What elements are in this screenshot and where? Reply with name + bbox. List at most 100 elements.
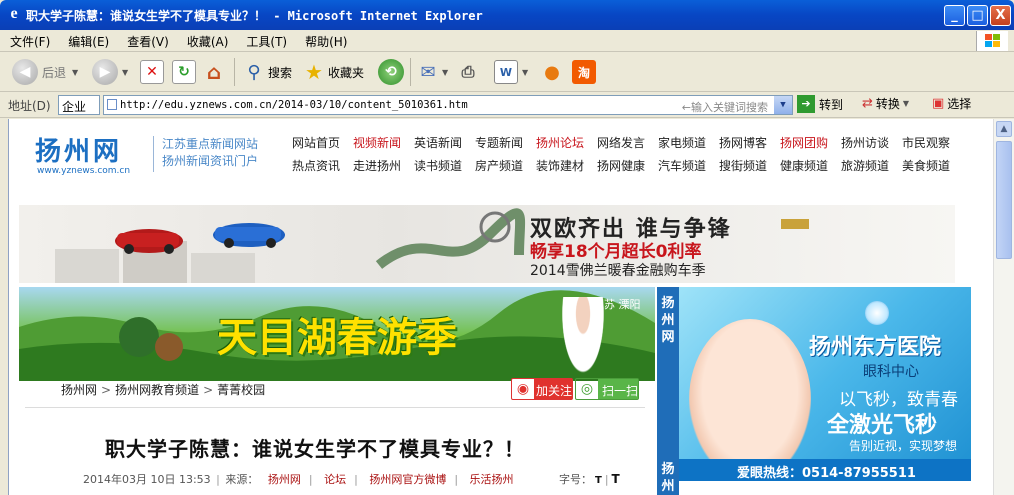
wechat-icon: ◎ (580, 381, 594, 397)
chevron-down-icon: ▼ (72, 67, 79, 77)
nav-link[interactable]: 扬网博客 (719, 134, 780, 151)
breadcrumb-campus[interactable]: 菁菁校园 (217, 383, 265, 397)
nav-link[interactable]: 视频新闻 (353, 134, 414, 151)
source-link-2[interactable]: 论坛 (324, 473, 346, 486)
nav-link[interactable]: 汽车频道 (658, 157, 719, 174)
address-scope-select[interactable]: 企业 (58, 95, 100, 115)
ie-window: e 职大学子陈慧：谁说女生学不了模具专业？！ - Microsoft Inter… (0, 0, 1014, 495)
convert-button[interactable]: ⇄ 转换 ▼ (862, 95, 909, 112)
banner-location: 江苏 溧阳 (593, 298, 641, 311)
side-label-bottom: 扬州 (661, 462, 675, 494)
vertical-scrollbar[interactable]: ▲ (993, 119, 1014, 495)
meta-separator: | (454, 473, 459, 486)
stop-icon: ✕ (140, 60, 164, 84)
source-link-4[interactable]: 乐活扬州 (470, 473, 514, 486)
breadcrumb-separator: > (203, 383, 214, 397)
menu-help[interactable]: 帮助(H) (295, 30, 355, 50)
minimize-button[interactable]: _ (944, 5, 965, 26)
refresh-icon: ↻ (172, 60, 196, 84)
breadcrumb-edu[interactable]: 扬州网教育频道 (115, 383, 199, 397)
font-small-button[interactable]: T (595, 475, 602, 486)
stop-button[interactable]: ✕ (140, 57, 164, 87)
nav-link[interactable]: 扬网健康 (597, 157, 658, 174)
scroll-up-icon[interactable]: ▲ (996, 121, 1012, 137)
url-value: http://edu.yznews.com.cn/2014-03/10/cont… (120, 99, 468, 111)
chevron-down-icon: ▼ (122, 67, 129, 77)
source-link-1[interactable]: 扬州网 (268, 473, 301, 486)
mail-button[interactable]: ✉ ▼ (416, 57, 448, 87)
nav-link[interactable]: 旅游频道 (841, 157, 902, 174)
breadcrumb-home[interactable]: 扬州网 (61, 383, 97, 397)
article-date: 2014年03月 10日 13:53 (83, 473, 211, 486)
chevrolet-banner[interactable]: 双欧齐出 谁与争锋 畅享18个月超长0利率 2014雪佛兰暖春金融购车季 (19, 205, 955, 283)
nav-link[interactable]: 扬州访谈 (841, 134, 902, 151)
wechat-scan-button[interactable]: ◎ 扫一扫 (575, 378, 639, 400)
back-button[interactable]: ◀ 后退 ▼ (12, 57, 78, 87)
page-icon (107, 99, 117, 110)
go-button[interactable]: ➔ 转到 (797, 95, 843, 113)
nav-link[interactable]: 网络发言 (597, 134, 658, 151)
nav-link[interactable]: 健康频道 (780, 157, 841, 174)
logo-divider (153, 136, 154, 172)
nav-link[interactable]: 市民观察 (902, 134, 963, 151)
font-large-button[interactable]: T (612, 472, 620, 486)
forward-button[interactable]: ▶ ▼ (92, 57, 128, 87)
history-button[interactable]: ⟲ (378, 57, 404, 87)
side-label-top: 扬州网 (661, 296, 675, 345)
divider (25, 407, 645, 408)
scan-label: 扫一扫 (598, 379, 638, 399)
url-dropdown-button[interactable]: ▼ (774, 96, 792, 114)
site-logo[interactable]: 扬州网 (35, 131, 122, 168)
article-title: 职大学子陈慧：谁说女生学不了模具专业？！ (105, 437, 525, 461)
favorites-button[interactable]: ★ 收藏夹 (302, 57, 364, 87)
refresh-button[interactable]: ↻ (172, 57, 196, 87)
hospital-ad[interactable]: 扬州东方医院 眼科中心 以飞秒，致青春 全激光飞秒 告别近视，实现梦想 爱眼热线… (679, 287, 971, 481)
scroll-thumb[interactable] (996, 141, 1012, 259)
nav-link[interactable]: 搜街频道 (719, 157, 780, 174)
print-button[interactable]: ⎙ (456, 57, 480, 87)
nav-link[interactable]: 网站首页 (292, 134, 353, 151)
select-button[interactable]: ▣ 选择 (932, 95, 971, 112)
nav-link[interactable]: 扬州论坛 (536, 134, 597, 151)
nav-link[interactable]: 热点资讯 (292, 157, 353, 174)
ad-hospital-name: 扬州东方医院 (809, 335, 942, 360)
edit-button[interactable]: W ▼ (494, 57, 528, 87)
nav-link[interactable]: 走进扬州 (353, 157, 414, 174)
toolbar-divider (410, 58, 411, 86)
url-input[interactable]: http://edu.yznews.com.cn/2014-03/10/cont… (103, 95, 793, 115)
nav-link[interactable]: 装饰建材 (536, 157, 597, 174)
toolbar-divider (234, 58, 235, 86)
window-title: 职大学子陈慧：谁说女生学不了模具专业？！ - Microsoft Interne… (26, 9, 483, 23)
search-icon: ⚲ (247, 61, 261, 83)
taobao-button[interactable]: 淘 (572, 57, 596, 87)
weibo-follow-button[interactable]: ◉ 加关注 (511, 378, 573, 400)
close-button[interactable]: X (990, 5, 1011, 26)
meta-separator: | (604, 473, 609, 486)
address-bar: 地址(D) 企业 http://edu.yznews.com.cn/2014-0… (0, 92, 1014, 118)
nav-link[interactable]: 房产频道 (475, 157, 536, 174)
ie-logo-icon: e (10, 5, 18, 22)
go-label: 转到 (819, 97, 844, 112)
ad-model-face (689, 319, 811, 481)
nav-link[interactable]: 家电频道 (658, 134, 719, 151)
maximize-button[interactable]: □ (967, 5, 988, 26)
menu-favorites[interactable]: 收藏(A) (177, 30, 237, 50)
source-link-3[interactable]: 扬州网官方微博 (369, 473, 446, 486)
back-arrow-icon: ◀ (12, 59, 38, 85)
nav-link[interactable]: 扬网团购 (780, 134, 841, 151)
select-icon: ▣ (932, 96, 945, 111)
messenger-button[interactable]: ● (540, 57, 564, 87)
nav-link[interactable]: 英语新闻 (414, 134, 475, 151)
home-button[interactable]: ⌂ (202, 57, 226, 87)
nav-link[interactable]: 美食频道 (902, 157, 963, 174)
menu-edit[interactable]: 编辑(E) (58, 30, 117, 50)
meta-separator: | (212, 473, 224, 486)
tianmu-lake-banner[interactable]: 天目湖春游季 江苏 溧阳 (19, 287, 655, 381)
nav-link[interactable]: 专题新闻 (475, 134, 536, 151)
search-button[interactable]: ⚲ 搜索 (242, 57, 292, 87)
favorites-label: 收藏夹 (328, 65, 365, 80)
menu-tools[interactable]: 工具(T) (236, 30, 295, 50)
menu-view[interactable]: 查看(V) (117, 30, 177, 50)
menu-file[interactable]: 文件(F) (0, 30, 58, 50)
nav-link[interactable]: 读书频道 (414, 157, 475, 174)
